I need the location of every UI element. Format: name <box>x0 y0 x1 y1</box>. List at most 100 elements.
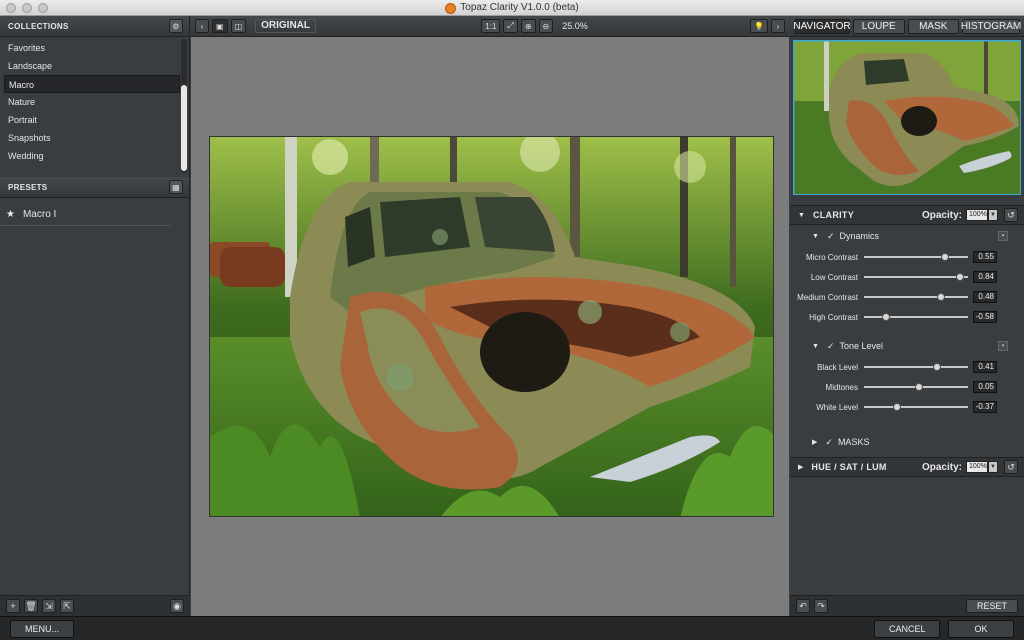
collection-item[interactable]: Favorites <box>0 39 176 57</box>
slider-track[interactable] <box>864 313 968 321</box>
redo-arrow-icon: ↷ <box>817 600 825 611</box>
collections-scrollbar[interactable] <box>181 39 187 173</box>
slider-value-field[interactable]: -0.37 <box>973 401 997 413</box>
slider-value-field[interactable]: -0.58 <box>973 311 997 323</box>
slider-track[interactable] <box>864 293 968 301</box>
slider-value-field[interactable]: 0.05 <box>973 381 997 393</box>
dynamics-label: Dynamics <box>839 231 879 241</box>
collection-item[interactable]: Portrait <box>0 111 176 129</box>
tone-slider-row: Midtones 0.05 <box>790 377 1024 397</box>
masks-header[interactable]: ▶ ✓ MASKS <box>790 431 1024 453</box>
chevron-down-icon: ▼ <box>990 212 996 218</box>
collection-item[interactable]: Snapshots <box>0 129 176 147</box>
slider-knob[interactable] <box>892 403 901 411</box>
main-photo[interactable] <box>209 136 774 517</box>
slider-track[interactable] <box>864 363 968 371</box>
slider-value-field[interactable]: 0.55 <box>973 251 997 263</box>
dynamics-mask-icon[interactable]: ▪ <box>998 231 1008 241</box>
clarity-title: CLARITY <box>812 210 855 220</box>
grid-icon: ▦ <box>172 182 180 192</box>
add-preset-button[interactable]: + <box>6 599 20 613</box>
slider-track[interactable] <box>864 253 968 261</box>
export-preset-button[interactable]: ⇱ <box>60 599 74 613</box>
collection-item[interactable]: Nature <box>0 93 176 111</box>
collapse-right-button[interactable]: › <box>770 19 785 33</box>
tab-mask[interactable]: MASK <box>907 18 959 34</box>
left-panel-toolbar: + 🗑 ⇲ ⇱ ◉ <box>0 595 190 616</box>
slider-value-field[interactable]: 0.41 <box>973 361 997 373</box>
minimize-window-button[interactable] <box>22 3 32 13</box>
undo-arrow-icon: ↶ <box>799 600 807 611</box>
tab-loupe[interactable]: LOUPE <box>853 18 905 34</box>
close-window-button[interactable] <box>6 3 16 13</box>
ok-button[interactable]: OK <box>948 619 1014 638</box>
collection-item-selected[interactable]: Macro <box>4 75 180 93</box>
clarity-opacity-value[interactable]: 100% <box>966 209 988 221</box>
tone-level-header[interactable]: ▼ ✓ Tone Level ▪ <box>790 335 1024 357</box>
zoom-1-1-button[interactable]: 1:1 <box>481 19 501 33</box>
clarity-reset-button[interactable]: ↺ <box>1004 208 1018 222</box>
fit-button[interactable]: ⤢ <box>503 19 518 33</box>
cancel-button[interactable]: CANCEL <box>874 619 940 638</box>
tab-histogram[interactable]: HISTOGRAM <box>961 18 1021 34</box>
zoom-in-button[interactable]: ⊕ <box>520 19 536 33</box>
window-titlebar: Topaz Clarity V1.0.0 (beta) <box>0 0 1024 16</box>
dynamics-checkbox[interactable]: ✓ <box>827 231 835 242</box>
reset-all-button[interactable]: RESET <box>965 599 1018 613</box>
tab-navigator[interactable]: NAVIGATOR <box>793 18 851 34</box>
zoom-window-button[interactable] <box>38 3 48 13</box>
masks-checkbox[interactable]: ✓ <box>825 437 833 448</box>
navigator-thumbnail[interactable] <box>793 40 1021 195</box>
star-icon: ★ <box>6 209 15 220</box>
presets-grid-button[interactable]: ▦ <box>169 180 183 194</box>
slider-knob[interactable] <box>940 253 949 261</box>
zoom-level: 25.0% <box>562 21 588 31</box>
slider-knob[interactable] <box>955 273 964 281</box>
clarity-header[interactable]: ▼ CLARITY Opacity: 100% ▼ ↺ <box>790 205 1024 225</box>
zoom-out-button[interactable]: ⊖ <box>538 19 554 33</box>
hsl-opacity-dropdown[interactable]: ▼ <box>988 461 998 473</box>
scrollbar-thumb[interactable] <box>181 85 187 171</box>
lightbulb-button[interactable]: 💡 <box>750 19 768 33</box>
slider-value-field[interactable]: 0.48 <box>973 291 997 303</box>
collections-title: COLLECTIONS <box>8 21 69 31</box>
dynamics-slider-row: Medium Contrast 0.48 <box>790 287 1024 307</box>
dynamics-header[interactable]: ▼ ✓ Dynamics ▪ <box>790 225 1024 247</box>
preset-item[interactable]: ★ Macro I <box>0 204 171 226</box>
slider-track[interactable] <box>864 273 968 281</box>
window-controls <box>6 3 48 13</box>
slider-label: High Contrast <box>809 312 858 322</box>
collection-item[interactable]: Landscape <box>0 57 176 75</box>
undo-button[interactable]: ↶ <box>796 599 810 613</box>
right-panel: NAVIGATOR LOUPE MASK HISTOGRAM ▼ CLARITY… <box>790 16 1024 616</box>
slider-track[interactable] <box>864 403 968 411</box>
single-image-icon: ▣ <box>216 21 224 31</box>
clarity-opacity-dropdown[interactable]: ▼ <box>988 209 998 221</box>
slider-knob[interactable] <box>914 383 923 391</box>
slider-value-field[interactable]: 0.84 <box>973 271 997 283</box>
tone-level-checkbox[interactable]: ✓ <box>827 341 835 352</box>
hsl-reset-button[interactable]: ↺ <box>1004 460 1018 474</box>
slider-knob[interactable] <box>936 293 945 301</box>
collections-settings-button[interactable]: ⚙ <box>169 19 183 33</box>
hsl-opacity-value[interactable]: 100% <box>966 461 988 473</box>
hsl-header[interactable]: ▶ HUE / SAT / LUM Opacity: 100% ▼ ↺ <box>790 457 1024 477</box>
original-button[interactable]: ORIGINAL <box>255 19 317 33</box>
collapse-left-button[interactable]: ‹ <box>195 19 209 33</box>
slider-label: Micro Contrast <box>805 252 858 262</box>
menu-button[interactable]: MENU... <box>10 619 75 638</box>
snapshot-button[interactable]: ◉ <box>170 599 184 613</box>
delete-preset-button[interactable]: 🗑 <box>24 599 38 613</box>
collection-item[interactable]: Wedding <box>0 147 176 165</box>
slider-knob[interactable] <box>933 363 942 371</box>
slider-track[interactable] <box>864 383 968 391</box>
tone-mask-icon[interactable]: ▪ <box>998 341 1008 351</box>
split-view-button[interactable]: ◫ <box>230 19 247 33</box>
import-preset-button[interactable]: ⇲ <box>42 599 56 613</box>
hsl-opacity-label: Opacity: <box>921 461 962 473</box>
chevron-left-icon: ‹ <box>200 21 204 31</box>
redo-button[interactable]: ↷ <box>814 599 828 613</box>
trash-icon: 🗑 <box>25 600 37 611</box>
single-view-button[interactable]: ▣ <box>212 19 228 33</box>
slider-knob[interactable] <box>881 313 890 321</box>
